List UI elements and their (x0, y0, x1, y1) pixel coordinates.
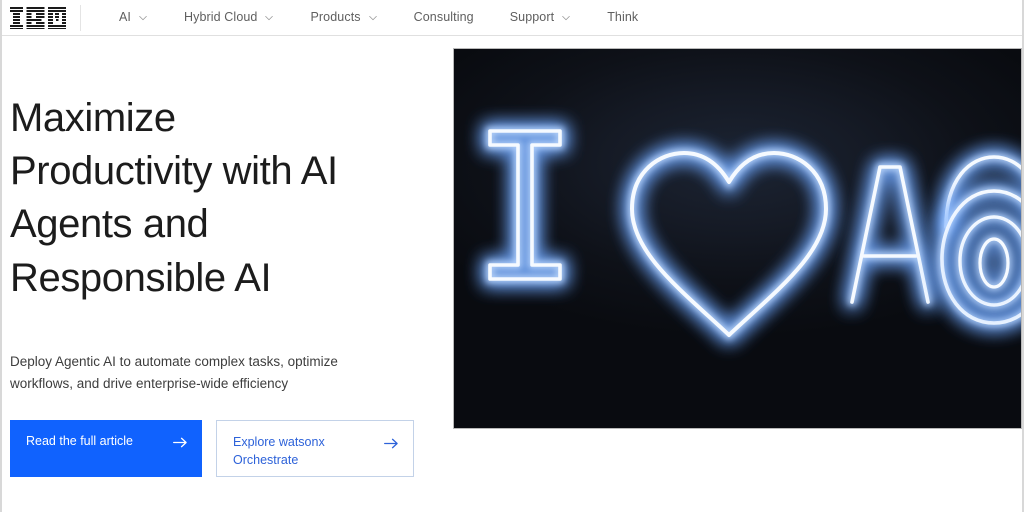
neon-glyphs (483, 124, 1021, 345)
read-full-article-button[interactable]: Read the full article (10, 420, 202, 478)
nav-item-products[interactable]: Products (292, 0, 395, 36)
chevron-down-icon (562, 15, 570, 20)
masthead: AI Hybrid Cloud Products Consulting Supp… (2, 0, 1022, 36)
subhead-line: workflows, and drive enterprise-wide eff… (10, 375, 289, 391)
main-navigation: AI Hybrid Cloud Products Consulting Supp… (101, 0, 656, 36)
subhead-line: Deploy Agentic AI to automate complex ta… (10, 353, 338, 369)
nav-item-ai[interactable]: AI (101, 0, 166, 36)
nav-item-label: Products (310, 10, 361, 25)
headline-line: Agents and (10, 202, 209, 247)
neon-fingerprint-glyph (935, 150, 1021, 330)
hero-section: Maximize Productivity with AI Agents and… (2, 36, 1022, 512)
explore-watsonx-orchestrate-button[interactable]: Explore watsonx Orchestrate (216, 420, 414, 478)
nav-item-label: Think (607, 10, 639, 25)
nav-item-label: Support (509, 10, 555, 25)
chevron-down-icon (265, 15, 274, 20)
neon-letter-a-glyph (845, 160, 935, 309)
neon-heart-glyph (624, 145, 834, 345)
nav-item-consulting[interactable]: Consulting (396, 0, 492, 36)
neon-sign-image (453, 48, 1022, 429)
hero-media (453, 36, 1022, 512)
explore-watsonx-orchestrate-label: Explore watsonx Orchestrate (233, 435, 325, 468)
nav-item-label: Consulting (413, 10, 474, 25)
nav-item-think[interactable]: Think (589, 0, 656, 36)
nav-list: AI Hybrid Cloud Products Consulting Supp… (101, 0, 656, 36)
nav-item-hybrid-cloud[interactable]: Hybrid Cloud (166, 0, 292, 36)
hero-subheading: Deploy Agentic AI to automate complex ta… (10, 351, 410, 395)
chevron-down-icon (139, 15, 147, 20)
ibm-landing-page: AI Hybrid Cloud Products Consulting Supp… (0, 0, 1024, 512)
nav-item-support[interactable]: Support (492, 0, 589, 36)
hero-content: Maximize Productivity with AI Agents and… (2, 36, 453, 512)
chevron-down-icon (368, 15, 377, 20)
nav-item-label: Hybrid Cloud (184, 10, 258, 25)
neon-letter-i-glyph (483, 124, 567, 286)
arrow-right-icon (384, 439, 398, 449)
nav-item-label: AI (119, 10, 132, 25)
arrow-right-icon (173, 438, 187, 448)
headline-line: Productivity with AI (10, 149, 338, 194)
headline-line: Responsible AI (10, 255, 272, 300)
ibm-logo[interactable] (10, 6, 66, 29)
cta-row: Read the full article Explore watsonx Or… (10, 420, 453, 478)
headline-line: Maximize (10, 96, 176, 140)
masthead-divider (80, 4, 81, 31)
read-full-article-label: Read the full article (26, 434, 134, 449)
neon-stage (454, 49, 1021, 428)
page-title: Maximize Productivity with AI Agents and… (10, 92, 430, 305)
